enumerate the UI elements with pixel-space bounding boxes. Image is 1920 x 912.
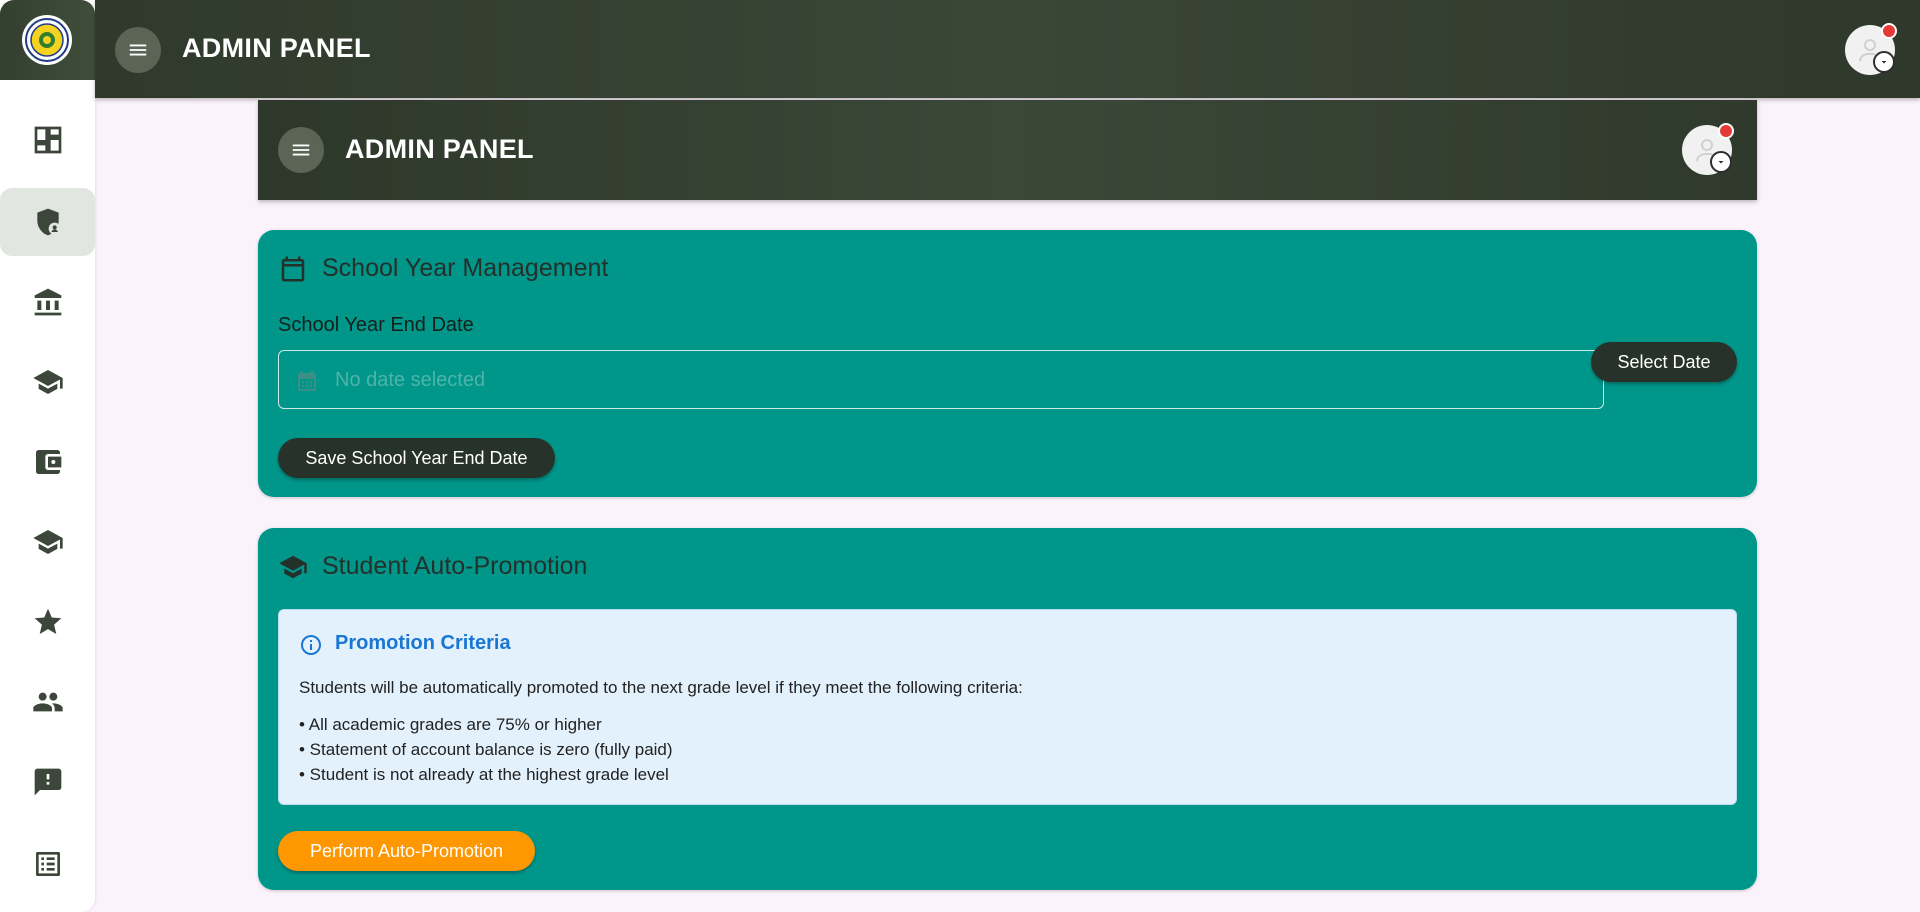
admin-shield-icon bbox=[36, 208, 61, 236]
criteria-description: Students will be automatically promoted … bbox=[299, 678, 1023, 697]
school-cap-icon bbox=[278, 552, 308, 582]
sidebar bbox=[0, 0, 95, 912]
inner-user-avatar[interactable] bbox=[1682, 123, 1734, 175]
sidebar-item-feedback[interactable] bbox=[0, 748, 95, 816]
sidebar-item-favorites[interactable] bbox=[0, 588, 95, 656]
menu-button[interactable] bbox=[115, 27, 161, 73]
date-placeholder: No date selected bbox=[335, 369, 486, 391]
inner-menu-button[interactable] bbox=[278, 127, 324, 173]
sidebar-item-admin[interactable] bbox=[0, 188, 95, 256]
school-seal-icon bbox=[25, 18, 69, 62]
calendar-field-icon bbox=[298, 371, 316, 391]
sidebar-item-wallet[interactable] bbox=[0, 428, 95, 496]
auto-promotion-card: Student Auto-Promotion Promotion Criteri… bbox=[258, 528, 1757, 890]
end-date-field[interactable]: No date selected bbox=[278, 350, 1604, 409]
end-date-label: School Year End Date bbox=[278, 314, 474, 336]
sidebar-item-institution[interactable] bbox=[0, 268, 95, 336]
sidebar-item-grades[interactable] bbox=[0, 508, 95, 576]
wallet-icon bbox=[35, 450, 61, 474]
sidebar-logo-band bbox=[0, 0, 95, 80]
sidebar-item-dashboard[interactable] bbox=[0, 106, 95, 174]
list-icon bbox=[35, 852, 60, 876]
info-icon bbox=[299, 633, 323, 657]
notification-dot bbox=[1718, 123, 1734, 139]
avatar-dropdown[interactable] bbox=[1710, 151, 1732, 173]
chevron-down-icon bbox=[1718, 161, 1724, 164]
criteria-list: • All academic grades are 75% or higher … bbox=[299, 712, 673, 787]
criteria-title: Promotion Criteria bbox=[335, 632, 511, 654]
people-icon bbox=[32, 692, 63, 712]
sidebar-item-school[interactable] bbox=[0, 348, 95, 416]
save-end-date-button[interactable]: Save School Year End Date bbox=[278, 438, 555, 478]
top-app-bar: ADMIN PANEL bbox=[95, 0, 1920, 98]
calendar-icon bbox=[278, 254, 308, 284]
criteria-item: • Student is not already at the highest … bbox=[299, 765, 669, 784]
star-icon bbox=[34, 608, 61, 634]
inner-app-bar: ADMIN PANEL bbox=[258, 100, 1757, 200]
school-year-title: School Year Management bbox=[322, 254, 609, 282]
feedback-icon bbox=[34, 768, 61, 796]
sidebar-item-list[interactable] bbox=[0, 830, 95, 898]
institution-icon bbox=[34, 288, 61, 316]
school-cap-icon bbox=[32, 370, 63, 394]
school-logo[interactable] bbox=[22, 15, 72, 65]
menu-icon bbox=[129, 44, 147, 56]
perform-auto-promotion-button[interactable]: Perform Auto-Promotion bbox=[278, 831, 535, 871]
menu-icon bbox=[292, 144, 310, 156]
school-year-card: School Year Management School Year End D… bbox=[258, 230, 1757, 497]
select-date-button[interactable]: Select Date bbox=[1591, 342, 1737, 382]
criteria-item: • All academic grades are 75% or higher bbox=[299, 715, 602, 734]
criteria-item: • Statement of account balance is zero (… bbox=[299, 740, 673, 759]
sidebar-item-users[interactable] bbox=[0, 668, 95, 736]
auto-promotion-title: Student Auto-Promotion bbox=[322, 552, 588, 580]
school-cap-icon bbox=[32, 530, 63, 554]
user-avatar[interactable] bbox=[1845, 23, 1897, 75]
inner-title: ADMIN PANEL bbox=[345, 134, 534, 164]
promotion-criteria-box: Promotion Criteria Students will be auto… bbox=[278, 609, 1737, 805]
notification-dot bbox=[1881, 23, 1897, 39]
dashboard-icon bbox=[34, 126, 61, 154]
app-title: ADMIN PANEL bbox=[182, 33, 371, 63]
avatar-dropdown[interactable] bbox=[1873, 51, 1895, 73]
chevron-down-icon bbox=[1881, 61, 1887, 64]
